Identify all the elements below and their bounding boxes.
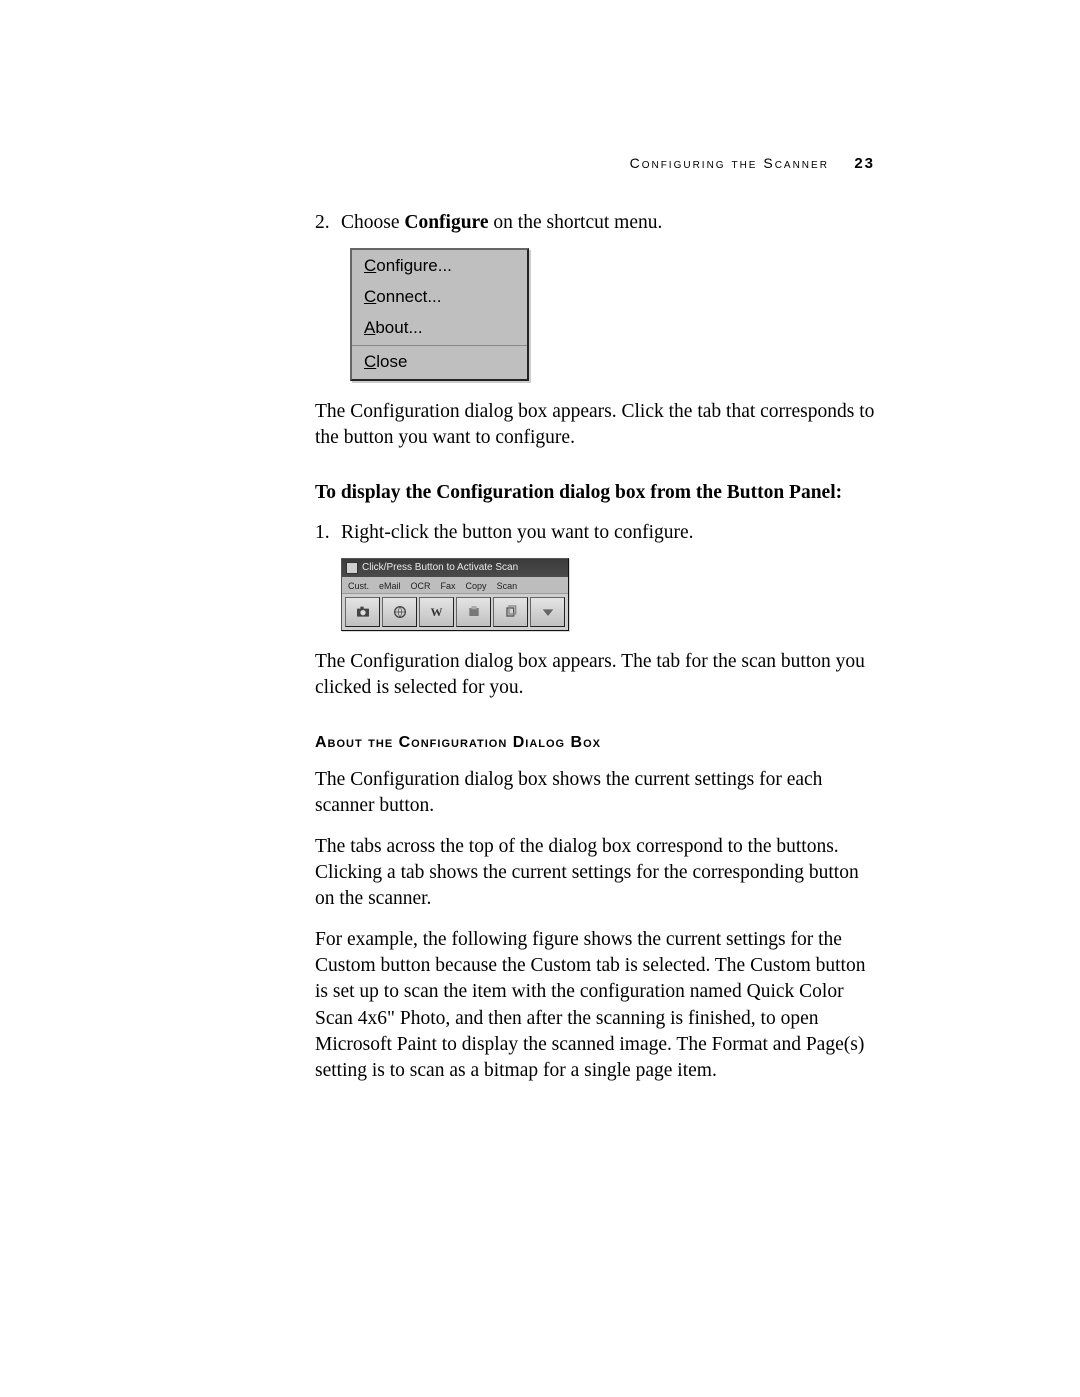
scan-button[interactable] xyxy=(530,597,565,627)
menu-item-connect[interactable]: Connect... xyxy=(352,282,527,313)
word-icon: W xyxy=(431,604,443,620)
after-panel-paragraph: The Configuration dialog box appears. Th… xyxy=(315,649,880,702)
step-2: 2. Choose Configure on the shortcut menu… xyxy=(315,210,880,236)
after-menu-paragraph: The Configuration dialog box appears. Cl… xyxy=(315,399,880,452)
button-panel-titlebar: Click/Press Button to Activate Scan xyxy=(342,559,568,577)
page-content: 2. Choose Configure on the shortcut menu… xyxy=(315,210,880,1085)
button-panel: Click/Press Button to Activate Scan Cust… xyxy=(341,558,569,631)
running-header: Configuring the Scanner 23 xyxy=(630,155,875,172)
menu-item-configure[interactable]: Configure... xyxy=(352,251,527,282)
step-number: 2. xyxy=(315,210,341,236)
document-page: Configuring the Scanner 23 2. Choose Con… xyxy=(0,0,1080,1397)
step-1b: 1. Right-click the button you want to co… xyxy=(315,520,880,546)
tab-scan[interactable]: Scan xyxy=(495,579,520,593)
step2-bold: Configure xyxy=(404,212,488,233)
ocr-button[interactable]: W xyxy=(419,597,454,627)
tab-email[interactable]: eMail xyxy=(377,579,403,593)
system-icon xyxy=(346,562,358,574)
cust-button[interactable] xyxy=(345,597,380,627)
globe-icon xyxy=(392,604,408,620)
page-number: 23 xyxy=(854,155,875,172)
step-body: Right-click the button you want to confi… xyxy=(341,520,880,546)
step-body: Choose Configure on the shortcut menu. xyxy=(341,210,880,236)
shortcut-menu: Configure... Connect... About... Close xyxy=(350,248,529,381)
tab-ocr[interactable]: OCR xyxy=(409,579,433,593)
menu-item-about[interactable]: About... xyxy=(352,313,527,344)
fax-icon xyxy=(466,604,482,620)
camera-icon xyxy=(355,604,371,620)
button-panel-buttons: W xyxy=(342,593,568,630)
header-title: Configuring the Scanner xyxy=(630,155,829,171)
body-para-3: For example, the following figure shows … xyxy=(315,927,880,1085)
tab-cust[interactable]: Cust. xyxy=(346,579,371,593)
body-para-1: The Configuration dialog box shows the c… xyxy=(315,767,880,820)
scan-icon xyxy=(540,604,556,620)
fax-button[interactable] xyxy=(456,597,491,627)
copy-button[interactable] xyxy=(493,597,528,627)
button-panel-title: Click/Press Button to Activate Scan xyxy=(362,561,518,575)
step2-pre: Choose xyxy=(341,212,404,233)
step-number: 1. xyxy=(315,520,341,546)
about-subheading: About the Configuration Dialog Box xyxy=(315,732,880,754)
copy-icon xyxy=(503,604,519,620)
tab-copy[interactable]: Copy xyxy=(464,579,489,593)
body-para-2: The tabs across the top of the dialog bo… xyxy=(315,834,880,913)
email-button[interactable] xyxy=(382,597,417,627)
section-label: To display the Configuration dialog box … xyxy=(315,480,880,506)
button-panel-tabs: Cust. eMail OCR Fax Copy Scan xyxy=(342,577,568,593)
tab-fax[interactable]: Fax xyxy=(439,579,458,593)
menu-item-close[interactable]: Close xyxy=(352,347,527,378)
step2-post: on the shortcut menu. xyxy=(489,212,663,233)
